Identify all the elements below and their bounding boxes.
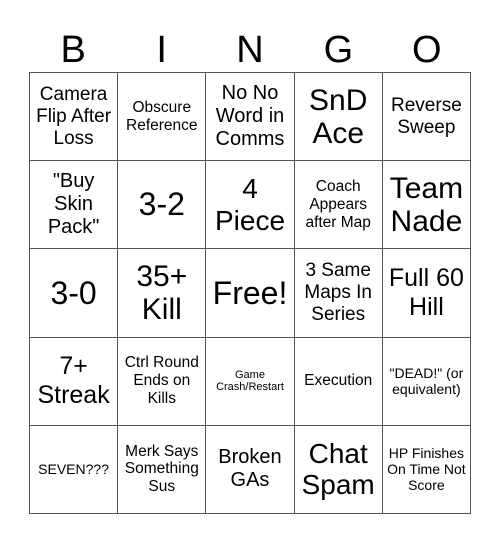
bingo-cell[interactable]: Camera Flip After Loss	[30, 73, 119, 162]
bingo-cell[interactable]: SEVEN???	[30, 425, 119, 514]
free-space-cell[interactable]: Free!	[206, 249, 295, 338]
bingo-cell[interactable]: Reverse Sweep	[382, 73, 471, 162]
bingo-cell[interactable]: 7+ Streak	[30, 337, 119, 426]
bingo-cell[interactable]: 35+ Kill	[118, 249, 207, 338]
bingo-cell[interactable]: HP Finishes On Time Not Score	[382, 425, 471, 514]
bingo-cell[interactable]: Merk Says Something Sus	[118, 425, 207, 514]
bingo-cell[interactable]: Obscure Reference	[118, 73, 207, 162]
bingo-cell[interactable]: Chat Spam	[294, 425, 383, 514]
bingo-cell[interactable]: Coach Appears after Map	[294, 161, 383, 250]
header-letter-g: G	[323, 29, 354, 71]
header-letter-o: O	[412, 29, 442, 71]
bingo-cell[interactable]: 3-2	[118, 161, 207, 250]
header-letter-n: N	[236, 29, 264, 71]
bingo-cell[interactable]: "Buy Skin Pack"	[30, 161, 119, 250]
bingo-card-grid: Camera Flip After Loss Obscure Reference…	[29, 72, 471, 514]
header-letter-i: I	[156, 29, 167, 71]
header-letter-b: B	[60, 29, 86, 71]
bingo-cell[interactable]: 3-0	[30, 249, 119, 338]
bingo-cell[interactable]: 4 Piece	[206, 161, 295, 250]
bingo-cell[interactable]: Broken GAs	[206, 425, 295, 514]
bingo-cell[interactable]: Ctrl Round Ends on Kills	[118, 337, 207, 426]
bingo-header: B I N G O	[29, 28, 471, 72]
bingo-cell[interactable]: Game Crash/Restart	[206, 337, 295, 426]
bingo-cell[interactable]: 3 Same Maps In Series	[294, 249, 383, 338]
bingo-cell[interactable]: Execution	[294, 337, 383, 426]
bingo-cell[interactable]: Team Nade	[382, 161, 471, 250]
bingo-cell[interactable]: No No Word in Comms	[206, 73, 295, 162]
bingo-cell[interactable]: SnD Ace	[294, 73, 383, 162]
bingo-cell[interactable]: Full 60 Hill	[382, 249, 471, 338]
bingo-cell[interactable]: "DEAD!" (or equivalent)	[382, 337, 471, 426]
